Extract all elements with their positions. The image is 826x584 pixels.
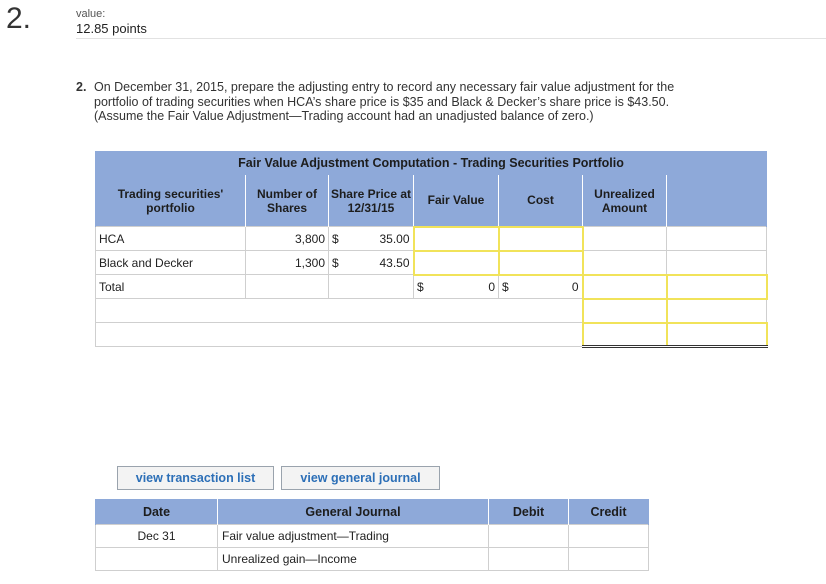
entry-account: Unrealized gain—Income xyxy=(217,547,489,571)
journal-row: Dec 31 Fair value adjustment—Trading xyxy=(95,524,649,548)
shares-value: 3,800 xyxy=(245,226,329,251)
total-cost-value: 0 xyxy=(571,279,579,294)
currency-symbol: $ xyxy=(332,231,339,246)
debit-input[interactable] xyxy=(488,547,569,571)
total-unrealized-input[interactable] xyxy=(581,273,668,300)
price-value: 43.50 xyxy=(379,255,410,270)
header-blank xyxy=(666,174,767,227)
fair-value-input-hca[interactable] xyxy=(412,225,500,252)
security-name: HCA xyxy=(95,226,246,251)
general-journal-table: Date General Journal Debit Credit Dec 31… xyxy=(95,499,649,571)
table-row xyxy=(95,321,768,348)
header-general-journal: General Journal xyxy=(217,499,489,525)
adjustment-balance-input[interactable] xyxy=(581,297,668,324)
credit-input[interactable] xyxy=(568,524,649,548)
unrealized-cell xyxy=(582,226,667,251)
fair-value-input-bd[interactable] xyxy=(412,249,500,276)
blank-cell xyxy=(245,274,329,299)
total-label: Total xyxy=(95,274,246,299)
header-cost: Cost xyxy=(498,174,583,227)
price-cell: $43.50 xyxy=(328,250,414,275)
price-cell: $35.00 xyxy=(328,226,414,251)
blank-cell xyxy=(95,322,583,347)
journal-row: Unrealized gain—Income xyxy=(95,547,649,571)
question-number: 2. xyxy=(6,2,32,35)
total-fair-value: $0 xyxy=(413,274,499,299)
cost-input-bd[interactable] xyxy=(497,249,584,276)
blank-cell xyxy=(666,250,767,275)
entry-date xyxy=(95,547,218,571)
header-date: Date xyxy=(95,499,218,525)
blank-cell xyxy=(95,298,583,323)
header-credit: Credit xyxy=(568,499,649,525)
part-number: 2. xyxy=(76,80,87,94)
table-row xyxy=(95,297,767,324)
cost-input-hca[interactable] xyxy=(497,225,584,252)
debit-input[interactable] xyxy=(488,524,569,548)
table-title: Fair Value Adjustment Computation - Trad… xyxy=(95,151,767,175)
points-value: 12.85 points xyxy=(76,21,147,36)
credit-input[interactable] xyxy=(568,547,649,571)
fair-value-table: Fair Value Adjustment Computation - Trad… xyxy=(95,151,768,348)
blank-cell xyxy=(666,298,767,323)
header-unrealized: Unrealized Amount xyxy=(582,174,667,227)
header-portfolio: Trading securities' portfolio xyxy=(95,174,246,227)
divider xyxy=(76,38,826,39)
unrealized-cell xyxy=(582,250,667,275)
header-shares: Number of Shares xyxy=(245,174,329,227)
header-debit: Debit xyxy=(488,499,569,525)
currency-symbol: $ xyxy=(417,279,424,294)
required-adjustment-label-input[interactable] xyxy=(665,321,768,348)
blank-cell xyxy=(328,274,414,299)
entry-date: Dec 31 xyxy=(95,524,218,548)
table-row: Black and Decker 1,300 $43.50 xyxy=(95,249,767,276)
shares-value: 1,300 xyxy=(245,250,329,275)
blank-cell xyxy=(666,226,767,251)
prompt-text: On December 31, 2015, prepare the adjust… xyxy=(94,80,675,123)
total-cost: $0 xyxy=(498,274,583,299)
question-prompt: 2. On December 31, 2015, prepare the adj… xyxy=(76,80,698,123)
total-unrealized-label-input[interactable] xyxy=(665,273,768,300)
security-name: Black and Decker xyxy=(95,250,246,275)
entry-account: Fair value adjustment—Trading xyxy=(217,524,489,548)
view-general-journal-button[interactable]: view general journal xyxy=(281,466,440,490)
total-fv-value: 0 xyxy=(488,279,495,294)
header-fair-value: Fair Value xyxy=(413,174,499,227)
price-value: 35.00 xyxy=(379,231,410,246)
value-label: value: xyxy=(76,8,106,20)
table-row: HCA 3,800 $35.00 xyxy=(95,225,767,252)
header-price: Share Price at 12/31/15 xyxy=(328,174,414,227)
total-row: Total $0 $0 xyxy=(95,273,768,300)
currency-symbol: $ xyxy=(332,255,339,270)
currency-symbol: $ xyxy=(502,279,509,294)
view-transaction-list-button[interactable]: view transaction list xyxy=(117,466,274,490)
required-adjustment-input[interactable] xyxy=(581,321,668,348)
